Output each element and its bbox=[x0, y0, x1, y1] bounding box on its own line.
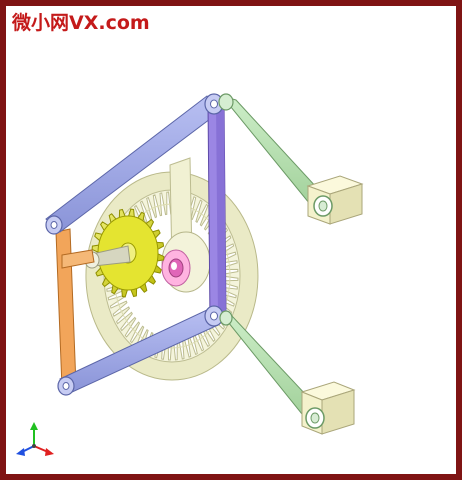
block-lower bbox=[300, 381, 356, 435]
orange-link bbox=[55, 228, 95, 389]
joint-left-lower bbox=[57, 376, 75, 396]
block-upper bbox=[306, 175, 364, 225]
joint-left-upper bbox=[45, 215, 63, 235]
mechanism-diagram bbox=[16, 93, 364, 456]
joint-top bbox=[204, 93, 234, 115]
axis-triad bbox=[16, 422, 54, 456]
purple-link bbox=[207, 99, 227, 323]
watermark-logo: 微小网VX.com bbox=[12, 12, 150, 34]
